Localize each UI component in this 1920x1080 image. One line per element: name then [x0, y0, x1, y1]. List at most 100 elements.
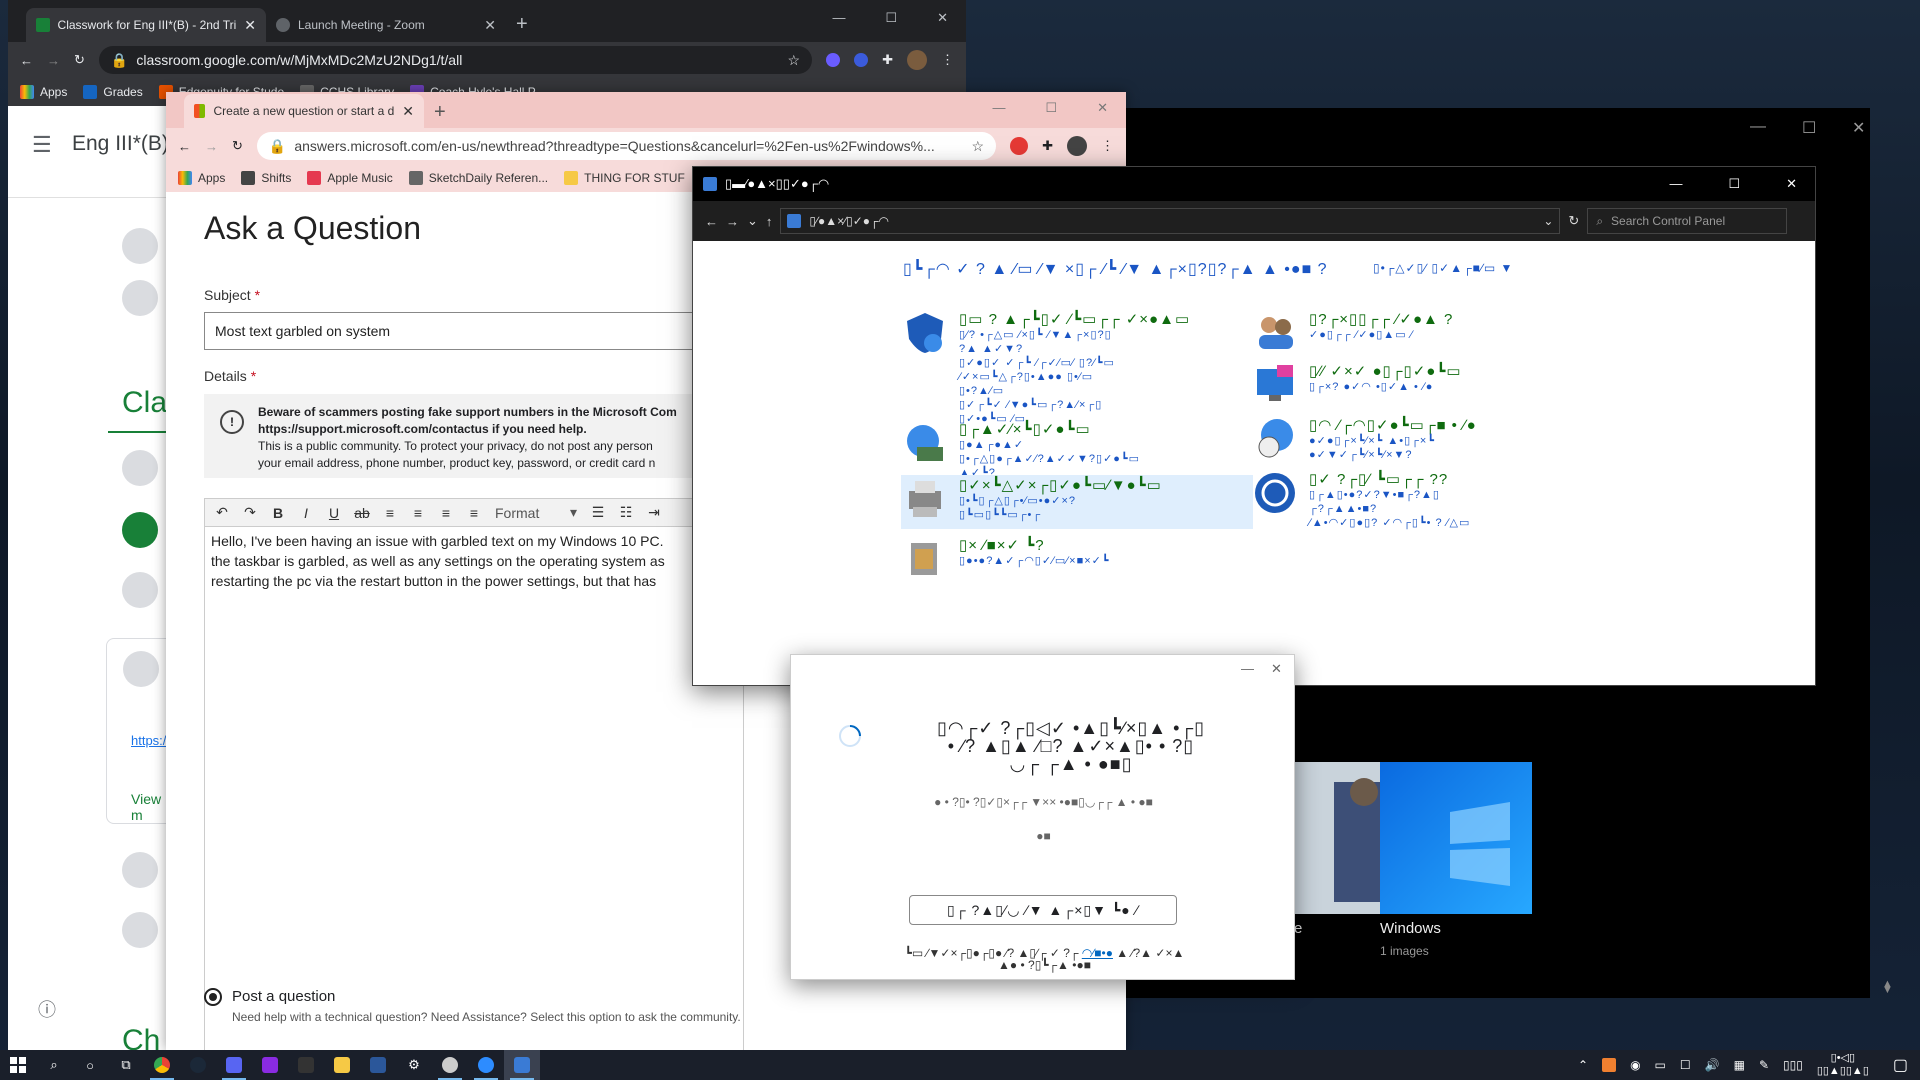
taskbar-app-dark[interactable] [288, 1050, 324, 1080]
tray-app-icon[interactable] [1602, 1058, 1617, 1072]
extensions-puzzle-icon[interactable]: ✚ [1042, 138, 1053, 154]
hamburger-menu-icon[interactable]: ☰ [32, 132, 52, 158]
minimize-icon[interactable]: — [832, 10, 845, 26]
taskbar-zoom[interactable] [468, 1050, 504, 1080]
close-tab-icon[interactable]: ✕ [484, 17, 496, 34]
format-dropdown[interactable]: Format ▾ [489, 502, 583, 524]
refresh-icon[interactable]: ↻ [1568, 213, 1579, 229]
align-left-icon[interactable]: ≡ [377, 501, 403, 525]
cp-category[interactable]: ▯▭ ? ▲┌┗▯✓ ∕┗▭┌┌ ✓×●▲▭ ▯∕? •┌△▭ ∕×▯┗ ∕▼▲… [903, 311, 1190, 426]
tray-icon[interactable]: ▦ [1734, 1058, 1745, 1072]
menu-kebab-icon[interactable]: ⋮ [1101, 138, 1114, 154]
windows-album-thumbnail[interactable] [1380, 762, 1532, 914]
course-title[interactable]: Eng III*(B) [72, 132, 169, 156]
cp-category[interactable]: ▯✓ ?┌▯∕ ┗▭┌┌ ?? ▯┌▲▯•●?✓?▼•■┌?▲▯ ┌?┌▲▲•■… [1253, 471, 1470, 530]
back-icon[interactable]: ← [705, 214, 718, 229]
cp-category[interactable]: ▯?┌×▯▯┌┌ ∕✓●▲ ? ✓●▯┌┌ ∕✓●▯▲▭ ∕ [1253, 311, 1453, 355]
cp-category[interactable]: ▯◠ ∕┌◠▯✓●┗▭┌■ • ∕● ●✓●▯┌×┗∕×┗ ▲•▯┌×┗ ●✓▼… [1253, 417, 1477, 462]
taskbar-chrome[interactable] [144, 1050, 180, 1080]
new-tab-button[interactable]: + [434, 101, 446, 124]
cp-category[interactable]: ▯× ∕■×✓ ┗? ▯●•●?▲✓┌◠▯✓∕▭∕×■×✓┗ [903, 537, 1109, 581]
search-button[interactable]: ⌕ [36, 1050, 72, 1080]
reload-icon[interactable]: ↻ [232, 138, 243, 154]
pen-icon[interactable]: ✎ [1759, 1058, 1769, 1072]
volume-icon[interactable]: 🔊 [1705, 1058, 1720, 1072]
bookmark-grades[interactable]: Grades [83, 85, 143, 99]
notification-icon[interactable]: ▢ [1893, 1055, 1908, 1075]
close-icon[interactable]: ✕ [937, 10, 948, 26]
up-arrow-icon[interactable]: ↑ [766, 214, 773, 229]
bookmark-apps[interactable]: Apps [178, 171, 225, 185]
adblock-icon[interactable] [1010, 137, 1029, 155]
view-link[interactable]: View m [131, 791, 167, 823]
bookmark-shifts[interactable]: Shifts [241, 171, 291, 185]
close-tab-icon[interactable]: ✕ [244, 17, 256, 34]
search-input[interactable]: ⌕ Search Control Panel [1587, 208, 1788, 234]
chevron-down-icon[interactable]: ⌄ [1543, 214, 1553, 228]
align-right-icon[interactable]: ≡ [433, 501, 459, 525]
bookmark-star-icon[interactable]: ☆ [972, 138, 985, 155]
extension-k-icon[interactable] [826, 53, 841, 67]
minimize-icon[interactable]: — [1750, 118, 1766, 136]
forward-icon[interactable]: → [47, 53, 60, 68]
numbered-list-icon[interactable]: ☷ [613, 501, 639, 525]
taskbar-settings[interactable]: ⚙ [396, 1050, 432, 1080]
tab-zoom[interactable]: Launch Meeting - Zoom ✕ [266, 8, 506, 42]
minimize-icon[interactable]: — [992, 100, 1005, 116]
close-icon[interactable]: ✕ [1271, 661, 1282, 677]
strikethrough-button[interactable]: ab [349, 501, 375, 525]
cortana-button[interactable]: ○ [72, 1050, 108, 1080]
align-justify-icon[interactable]: ≡ [461, 501, 487, 525]
cp-category[interactable]: ▯∕∕ ✓×✓ ●▯┌▯✓●┗▭ ▯┌×? ●✓◠ •▯✓▲ • ∕● [1253, 363, 1462, 407]
reload-icon[interactable]: ↻ [74, 52, 85, 68]
help-icon[interactable]: ⓘ [38, 996, 56, 1022]
back-icon[interactable]: ← [178, 139, 191, 154]
profile-avatar[interactable] [907, 50, 927, 70]
close-tab-icon[interactable]: ✕ [402, 103, 414, 120]
subject-input[interactable]: Most text garbled on system [204, 312, 744, 350]
close-icon[interactable]: ✕ [1097, 100, 1108, 116]
extension-shield-icon[interactable] [854, 53, 869, 67]
extensions-puzzle-icon[interactable]: ✚ [882, 52, 893, 68]
details-editor[interactable]: ↶ ↷ B I U ab ≡ ≡ ≡ ≡ Format ▾ ☰ ☷ ⇥ Hello… [204, 498, 744, 1058]
bookmark-sketchdaily[interactable]: SketchDaily Referen... [408, 171, 548, 185]
clock[interactable]: ▯•◁▯ ▯▯▲▯▯▲▯ [1817, 1052, 1869, 1078]
network-icon[interactable]: ▭ [1655, 1058, 1666, 1072]
menu-kebab-icon[interactable]: ⋮ [941, 52, 954, 68]
taskbar-discord[interactable] [216, 1050, 252, 1080]
bold-button[interactable]: B [265, 501, 291, 525]
profile-avatar[interactable] [1067, 136, 1087, 156]
bookmark-apps[interactable]: Apps [20, 85, 67, 99]
task-view-button[interactable]: ⧉ [108, 1050, 144, 1080]
taskbar-app-purple[interactable] [252, 1050, 288, 1080]
taskbar-chrome-2[interactable] [432, 1050, 468, 1080]
tab-classwork[interactable]: Classwork for Eng III*(B) - 2nd Tri ✕ [26, 8, 266, 42]
maximize-icon[interactable]: ☐ [1802, 118, 1816, 138]
close-icon[interactable]: ✕ [1786, 176, 1797, 192]
bullet-list-icon[interactable]: ☰ [585, 501, 611, 525]
taskbar-control-panel[interactable] [504, 1050, 540, 1080]
radio-button[interactable] [204, 988, 222, 1006]
show-hidden-icons[interactable]: ⌃ [1578, 1058, 1588, 1072]
tray-icon[interactable]: ☐ [1680, 1058, 1691, 1072]
forward-icon[interactable]: → [205, 139, 218, 154]
taskbar-explorer[interactable] [324, 1050, 360, 1080]
attachment-link[interactable]: https:// [131, 733, 170, 748]
tray-icon[interactable]: ◉ [1630, 1058, 1640, 1072]
address-bar[interactable]: 🔒 classroom.google.com/w/MjMxMDc2MzU2NDg… [98, 46, 813, 74]
maximize-icon[interactable]: ☐ [885, 10, 897, 26]
close-icon[interactable]: ✕ [1852, 118, 1865, 138]
recent-chevron-icon[interactable]: ⌄ [747, 213, 758, 229]
minimize-icon[interactable]: — [1241, 661, 1254, 676]
cp-category-hardware[interactable]: ▯✓×┗△✓×┌▯✓●┗▭∕▼●┗▭ ▯•┗▯┌△▯┌•∕▭•●✓×? ▯┗▭▯… [901, 475, 1253, 529]
maximize-icon[interactable]: ☐ [1045, 100, 1057, 116]
start-button[interactable] [0, 1050, 36, 1080]
cp-address-field[interactable]: ▯∕●▲×∕▯✓●┌◠ ⌄ [780, 208, 1561, 234]
forward-icon[interactable]: → [726, 214, 739, 229]
maximize-icon[interactable]: ☐ [1728, 176, 1740, 192]
undo-icon[interactable]: ↶ [209, 501, 235, 525]
align-center-icon[interactable]: ≡ [405, 501, 431, 525]
minimize-icon[interactable]: — [1669, 176, 1682, 192]
italic-button[interactable]: I [293, 501, 319, 525]
bookmark-folder[interactable]: THING FOR STUF [564, 171, 685, 185]
